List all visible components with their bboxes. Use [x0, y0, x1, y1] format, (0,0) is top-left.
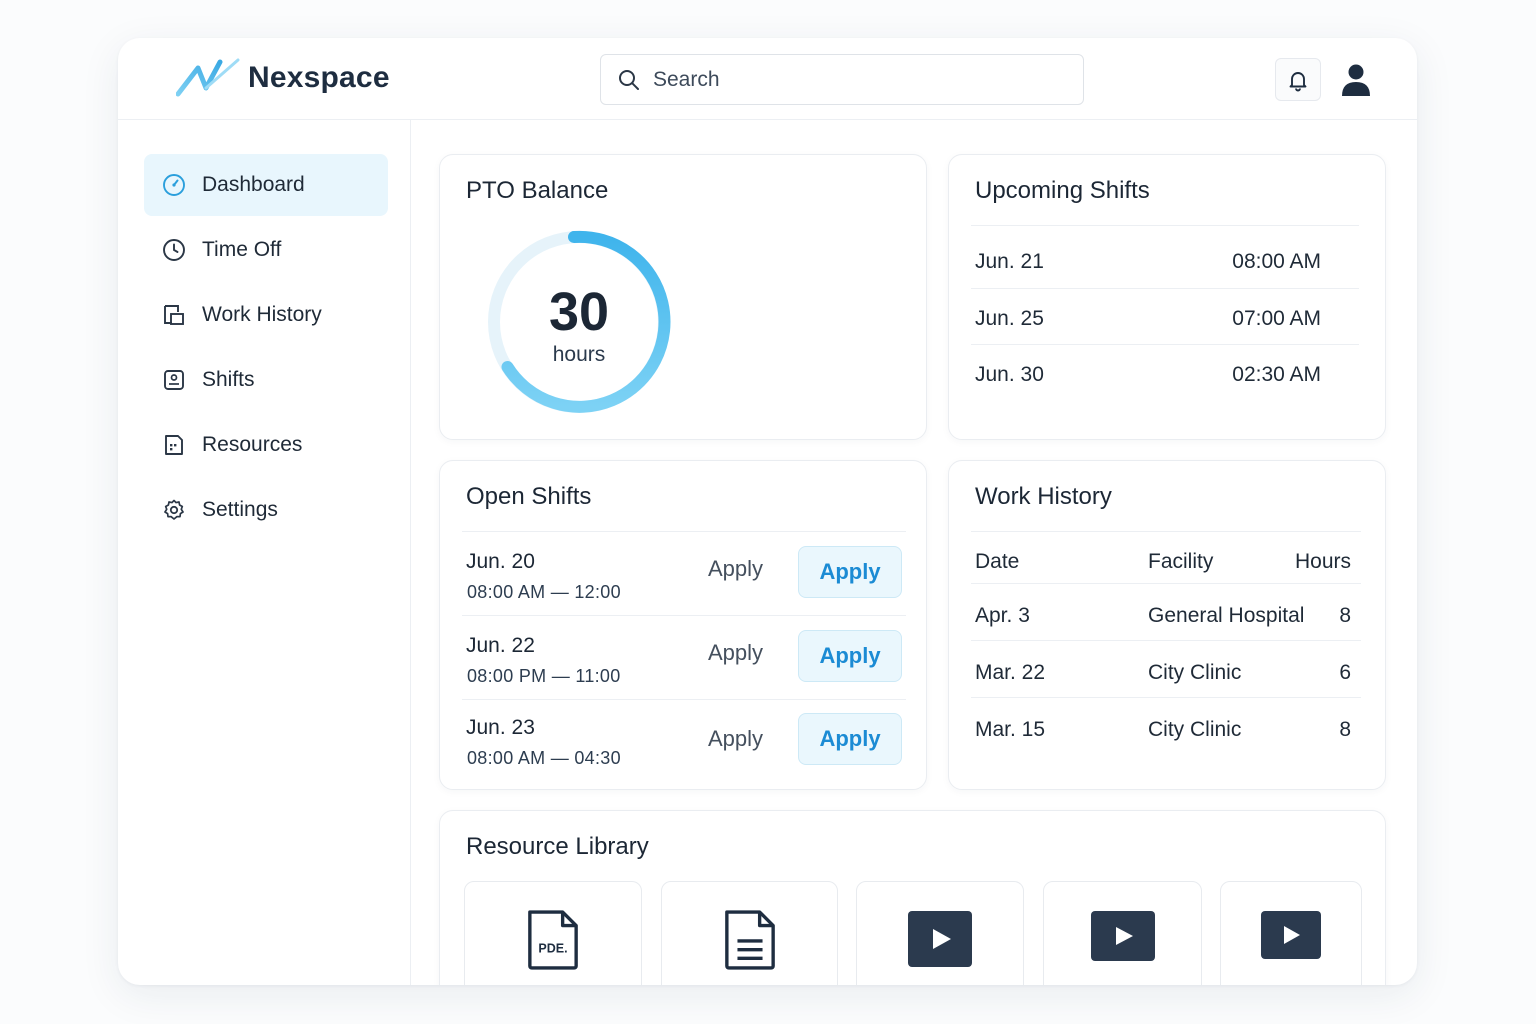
user-icon [1342, 64, 1370, 96]
sidebar-item-label: Shifts [202, 368, 255, 391]
work-history-card: Work History Date Facility Hours Apr. 3 … [948, 460, 1386, 790]
card-title: PTO Balance [466, 177, 609, 204]
search-icon [619, 69, 639, 90]
shift-date: Jun. 23 [466, 716, 535, 739]
resource-tile-pdf[interactable]: PDE. [464, 881, 642, 985]
shifts-icon [162, 368, 186, 392]
list-item[interactable]: Jun. 25 07:00 AM [971, 288, 1359, 344]
shift-time-range: 08:00 AM — 12:00 [467, 582, 621, 602]
clock-icon [162, 238, 186, 262]
table-cell-facility: City Clinic [1148, 661, 1242, 684]
resource-tile-document[interactable] [661, 881, 838, 985]
brand-logo[interactable]: Nexspace [176, 58, 390, 98]
sidebar-item-resources[interactable]: Resources [144, 414, 388, 476]
resource-tile-video[interactable] [1043, 881, 1202, 985]
table-row[interactable]: Mar. 22 City Clinic 6 [971, 640, 1361, 697]
sidebar-item-label: Settings [202, 498, 278, 521]
search-placeholder: Search [653, 67, 720, 91]
sidebar: Dashboard Time Off Work History Shifts R… [118, 120, 411, 985]
apply-button[interactable]: Apply [798, 630, 902, 682]
table-row[interactable]: Apr. 3 General Hospital 8 [971, 583, 1361, 640]
card-title: Upcoming Shifts [975, 177, 1150, 204]
bell-icon [1289, 71, 1307, 91]
list-item: Jun. 22 08:00 PM — 11:00 Apply Apply [462, 615, 906, 699]
list-item: Jun. 23 08:00 AM — 04:30 Apply Apply [462, 699, 906, 783]
upcoming-shifts-card: Upcoming Shifts Jun. 21 08:00 AM Jun. 25… [948, 154, 1386, 440]
column-header-facility: Facility [1148, 550, 1214, 573]
resources-icon [162, 433, 186, 457]
table-cell-hours: 6 [1339, 661, 1351, 684]
user-avatar-button[interactable] [1338, 60, 1374, 100]
video-icon [1261, 911, 1321, 959]
apply-button[interactable]: Apply [798, 713, 902, 765]
apply-link[interactable]: Apply [708, 726, 763, 752]
column-header-hours: Hours [1294, 550, 1351, 573]
shift-time: 08:00 AM [1232, 250, 1321, 273]
brand-logo-icon [176, 58, 240, 97]
pto-hours-value: 30 [548, 282, 610, 342]
pdf-file-icon: PDE. [528, 910, 578, 970]
resource-library-card: Resource Library PDE. [439, 810, 1386, 985]
shift-time-range: 08:00 AM — 04:30 [467, 748, 621, 768]
resource-tile-video[interactable] [1220, 881, 1362, 985]
sidebar-item-settings[interactable]: Settings [144, 479, 388, 541]
brand-name: Nexspace [248, 61, 390, 94]
card-title: Open Shifts [466, 483, 592, 510]
shift-date: Jun. 22 [466, 634, 535, 657]
sidebar-item-shifts[interactable]: Shifts [144, 349, 388, 411]
gear-icon [162, 498, 186, 522]
list-item[interactable]: Jun. 30 02:30 AM [971, 344, 1359, 400]
sidebar-item-label: Work History [202, 303, 322, 326]
top-header: Nexspace Search [118, 38, 1417, 120]
table-cell-hours: 8 [1339, 604, 1351, 627]
shift-time: 07:00 AM [1232, 307, 1321, 330]
open-shifts-card: Open Shifts Jun. 20 08:00 AM — 12:00 App… [439, 460, 927, 790]
apply-link[interactable]: Apply [708, 556, 763, 582]
shift-time: 02:30 AM [1232, 363, 1321, 386]
list-item: Jun. 20 08:00 AM — 12:00 Apply Apply [462, 531, 906, 615]
video-icon [1090, 911, 1155, 961]
sidebar-item-label: Time Off [202, 238, 282, 261]
resource-tile-video[interactable] [856, 881, 1024, 985]
dashboard-icon [162, 173, 186, 197]
table-cell-date: Mar. 22 [975, 661, 1046, 684]
table-cell-facility: City Clinic [1148, 718, 1242, 741]
pto-hours-unit: hours [552, 343, 606, 366]
shift-date: Jun. 30 [975, 363, 1044, 386]
pto-balance-card: PTO Balance 30 hours [439, 154, 927, 440]
notifications-button[interactable] [1275, 58, 1321, 101]
card-title: Resource Library [466, 833, 649, 860]
table-cell-date: Apr. 3 [975, 604, 1030, 627]
table-header-row: Date Facility Hours [971, 531, 1361, 588]
shift-date: Jun. 20 [466, 550, 535, 573]
sidebar-item-dashboard[interactable]: Dashboard [144, 154, 388, 216]
work-history-icon [162, 303, 186, 327]
sidebar-item-label: Dashboard [202, 173, 305, 196]
apply-button[interactable]: Apply [798, 546, 902, 598]
app-window: Nexspace Search Dashboard Time Off Work … [118, 38, 1417, 985]
table-cell-date: Mar. 15 [975, 718, 1046, 741]
search-input[interactable]: Search [600, 54, 1084, 105]
sidebar-item-work-history[interactable]: Work History [144, 284, 388, 346]
document-icon [724, 910, 775, 970]
column-header-date: Date [975, 550, 1020, 573]
apply-link[interactable]: Apply [708, 640, 763, 666]
card-title: Work History [975, 483, 1112, 510]
list-item[interactable]: Jun. 21 08:00 AM [971, 225, 1359, 281]
shift-date: Jun. 25 [975, 307, 1044, 330]
shift-date: Jun. 21 [975, 250, 1044, 273]
video-icon [908, 911, 972, 967]
pdf-label: PDE. [538, 942, 567, 956]
table-cell-facility: General Hospital [1148, 604, 1305, 627]
sidebar-item-time-off[interactable]: Time Off [144, 219, 388, 281]
table-row[interactable]: Mar. 15 City Clinic 8 [971, 697, 1361, 754]
sidebar-item-label: Resources [202, 433, 303, 456]
table-cell-hours: 8 [1339, 718, 1351, 741]
shift-time-range: 08:00 PM — 11:00 [467, 666, 621, 686]
